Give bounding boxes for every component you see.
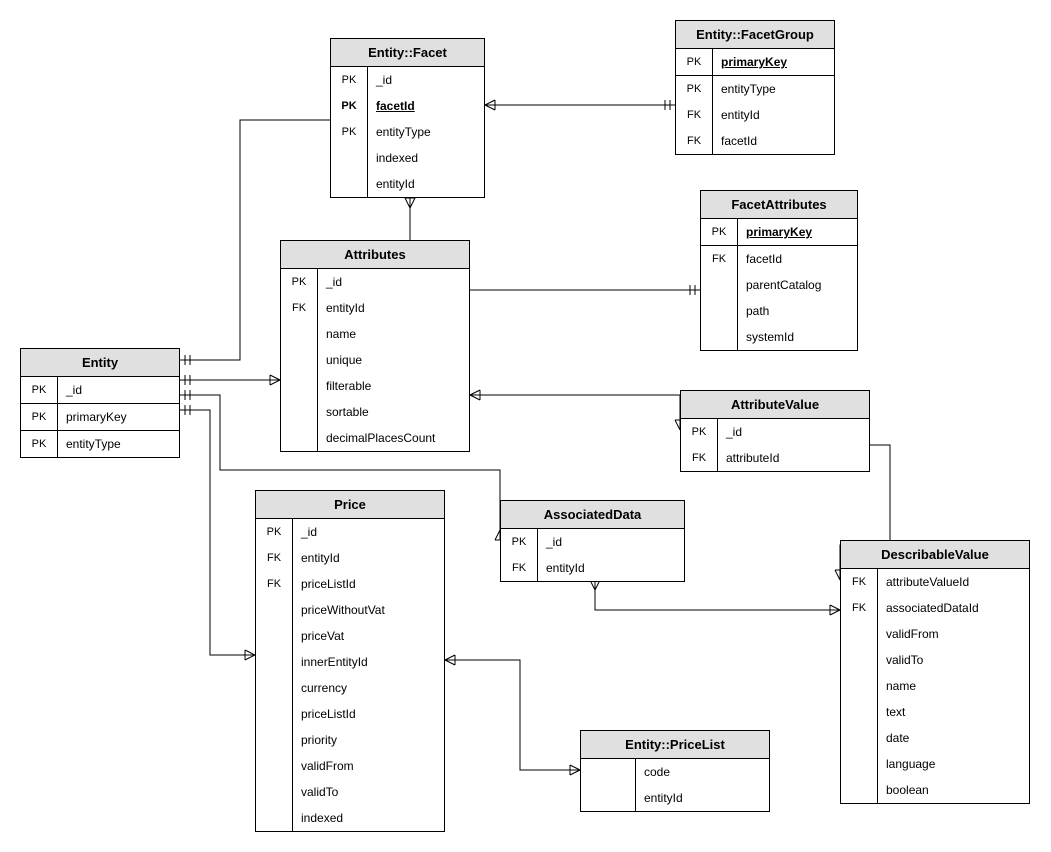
attr: code [636,759,769,785]
attr: indexed [293,805,444,831]
attr: priceVat [293,623,444,649]
table-facet: Entity::Facet PK_id PKfacetId PKentityTy… [330,38,485,198]
table-pricelist-title: Entity::PriceList [581,731,769,759]
attr: boolean [878,777,1029,803]
attr: entityType [368,119,484,145]
table-facetgroup: Entity::FacetGroup PKprimaryKey PKentity… [675,20,835,155]
attr: name [318,321,469,347]
attr: facetId [368,93,484,119]
table-facet-title: Entity::Facet [331,39,484,67]
table-describablevalue: DescribableValue FKattributeValueId FKas… [840,540,1030,804]
attr: decimalPlacesCount [318,425,469,451]
table-entity: Entity PK_id PKprimaryKey PKentityType [20,348,180,458]
table-attributes: Attributes PK_id FKentityId name unique … [280,240,470,452]
attr: entityId [713,102,834,128]
attr: systemId [738,324,857,350]
er-diagram-canvas: Entity PK_id PKprimaryKey PKentityType E… [0,0,1051,852]
attr: primaryKey [58,404,179,430]
attr: language [878,751,1029,777]
table-facetgroup-title: Entity::FacetGroup [676,21,834,49]
attr: entityType [58,431,179,457]
attr: currency [293,675,444,701]
attr: _id [318,269,469,295]
table-entity-title: Entity [21,349,179,377]
table-facetattributes: FacetAttributes PKprimaryKey FKfacetId p… [700,190,858,351]
attr: entityType [713,76,834,102]
attr: parentCatalog [738,272,857,298]
attr: validTo [878,647,1029,673]
table-attributevalue-title: AttributeValue [681,391,869,419]
attr: validTo [293,779,444,805]
attr: sortable [318,399,469,425]
table-describablevalue-title: DescribableValue [841,541,1029,569]
attr: priceListId [293,571,444,597]
attr: date [878,725,1029,751]
table-attributes-title: Attributes [281,241,469,269]
attr: _id [538,529,684,555]
attr: facetId [738,246,857,272]
attr: unique [318,347,469,373]
table-associateddata: AssociatedData PK_id FKentityId [500,500,685,582]
attr: entityId [538,555,684,581]
attr: validFrom [293,753,444,779]
attr: filterable [318,373,469,399]
table-attributevalue: AttributeValue PK_id FKattributeId [680,390,870,472]
table-price: Price PK_id FKentityId FKpriceListId pri… [255,490,445,832]
attr: primaryKey [738,219,857,245]
attr: _id [293,519,444,545]
attr: _id [718,419,869,445]
attr: entityId [318,295,469,321]
attr: path [738,298,857,324]
attr: validFrom [878,621,1029,647]
attr: entityId [293,545,444,571]
attr: name [878,673,1029,699]
table-price-title: Price [256,491,444,519]
attr: facetId [713,128,834,154]
attr: _id [58,377,179,403]
attr: indexed [368,145,484,171]
attr: primaryKey [713,49,834,75]
attr: innerEntityId [293,649,444,675]
attr: priceWithoutVat [293,597,444,623]
attr: text [878,699,1029,725]
attr: priceListId [293,701,444,727]
attr: attributeId [718,445,869,471]
attr: entityId [636,785,769,811]
attr: entityId [368,171,484,197]
attr: associatedDataId [878,595,1029,621]
attr: _id [368,67,484,93]
table-associateddata-title: AssociatedData [501,501,684,529]
table-facetattributes-title: FacetAttributes [701,191,857,219]
attr: attributeValueId [878,569,1029,595]
attr: priority [293,727,444,753]
table-pricelist: Entity::PriceList code entityId [580,730,770,812]
